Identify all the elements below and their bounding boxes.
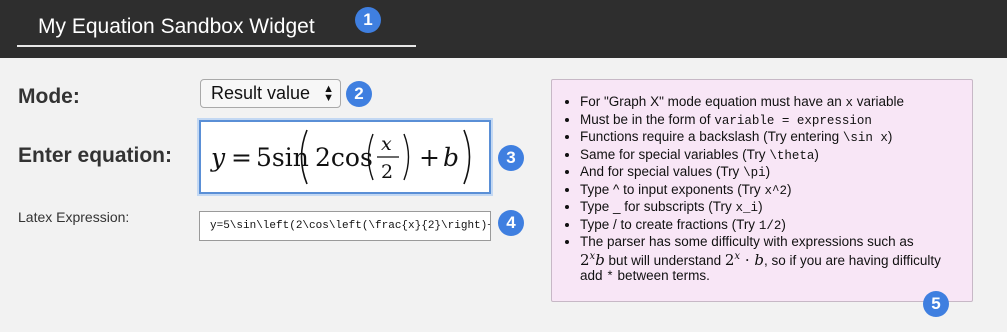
title-underline [17, 45, 416, 47]
hint-item-parser: The parser has some difficulty with expr… [580, 234, 964, 285]
svg-text:2: 2 [381, 161, 393, 183]
mode-select[interactable]: Result value ▲ ▼ [200, 79, 341, 108]
hint-item: Functions require a backslash (Try enter… [580, 129, 964, 146]
svg-text:x: x [381, 133, 392, 155]
math-2xb: 2xb [580, 251, 605, 269]
widget-title: My Equation Sandbox Widget [38, 15, 315, 38]
hint-item: Must be in the form of variable = expres… [580, 112, 964, 129]
callout-badge-4: 4 [498, 210, 524, 236]
svg-text:2cos: 2cos [315, 143, 373, 172]
hint-item: And for special values (Try \pi) [580, 164, 964, 181]
header-bar: My Equation Sandbox Widget 1 [0, 0, 1007, 58]
hint-item: Type ^ to input exponents (Try x^2) [580, 182, 964, 199]
equation-label: Enter equation: [18, 144, 173, 167]
callout-badge-5: 5 [923, 291, 949, 317]
hint-item: Same for special variables (Try \theta) [580, 147, 964, 164]
callout-badge-2: 2 [346, 81, 372, 107]
svg-text:y: y [210, 143, 226, 172]
mode-label: Mode: [18, 85, 80, 108]
mode-select-value: Result value [211, 83, 311, 103]
svg-text:+: + [419, 143, 440, 172]
callout-badge-3: 3 [498, 145, 524, 171]
latex-label: Latex Expression: [18, 209, 130, 225]
math-2x-dot-b: 2x · b [724, 251, 764, 269]
hint-panel: For "Graph X" mode equation must have an… [551, 79, 973, 317]
hint-list: For "Graph X" mode equation must have an… [580, 94, 964, 286]
hint-item: Type _ for subscripts (Try x_i) [580, 199, 964, 216]
latex-expression-field[interactable]: y=5\sin\left(2\cos\left(\frac{x}{2}\righ… [199, 211, 491, 241]
select-arrows-icon: ▲ ▼ [323, 83, 334, 104]
hint-item: Type / to create fractions (Try 1/2) [580, 217, 964, 234]
latex-expression-value: y=5\sin\left(2\cos\left(\frac{x}{2}\righ… [210, 220, 490, 232]
hint-item: For "Graph X" mode equation must have an… [580, 94, 964, 111]
callout-badge-1: 1 [355, 7, 381, 33]
svg-text:=: = [231, 143, 252, 172]
equation-input[interactable]: y = 5sin 2cos x 2 + b [199, 120, 491, 194]
svg-text:b: b [443, 143, 459, 172]
rendered-equation: y = 5sin 2cos x 2 + b [210, 129, 471, 185]
